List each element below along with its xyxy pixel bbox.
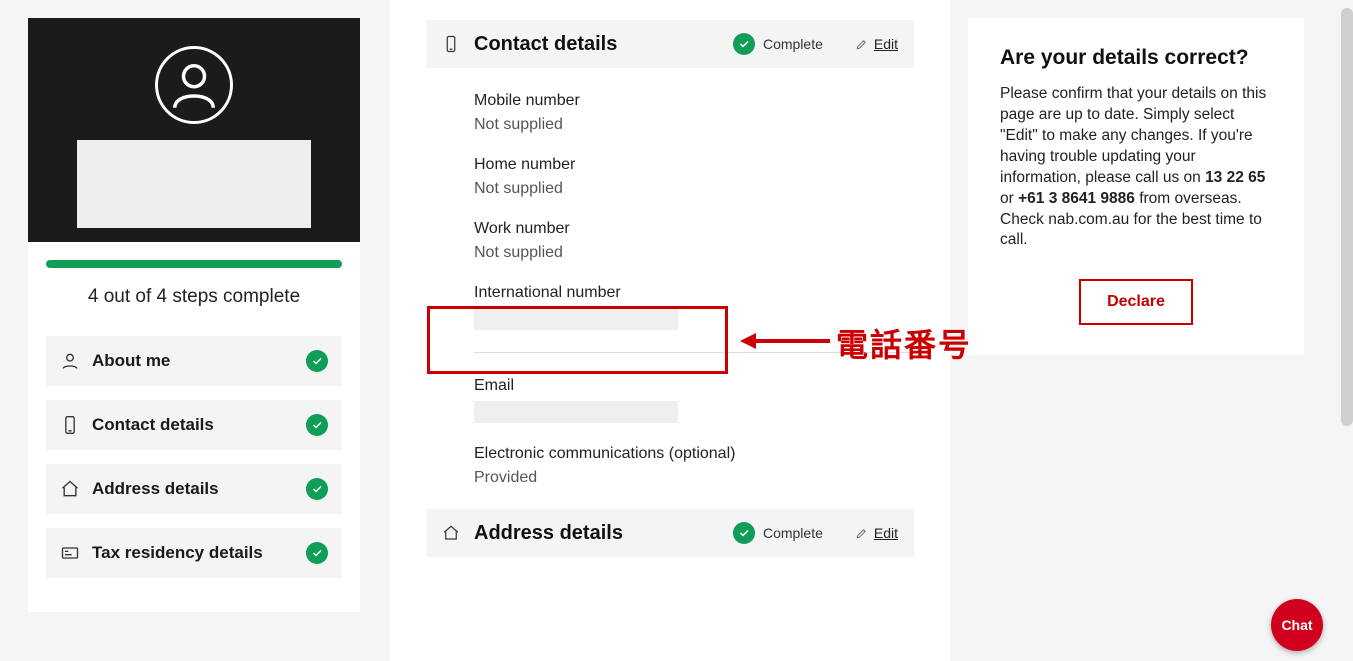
phone-icon bbox=[442, 33, 460, 55]
sidebar-item-contact-details[interactable]: Contact details bbox=[46, 400, 342, 450]
redacted-value bbox=[474, 308, 678, 330]
contact-details-header: Contact details Complete Edit bbox=[426, 20, 914, 68]
field-email: Email bbox=[474, 377, 914, 423]
status-badge: Complete bbox=[733, 33, 823, 55]
check-icon bbox=[733, 522, 755, 544]
section-title: Contact details bbox=[474, 33, 719, 56]
info-body: Please confirm that your details on this… bbox=[1000, 84, 1272, 251]
sidebar-item-tax-residency[interactable]: Tax residency details bbox=[46, 528, 342, 578]
sidebar-item-label: Tax residency details bbox=[92, 543, 294, 563]
profile-header bbox=[28, 18, 360, 242]
pencil-icon bbox=[855, 527, 868, 540]
person-icon bbox=[60, 351, 80, 371]
edit-link[interactable]: Edit bbox=[855, 36, 898, 52]
check-icon bbox=[306, 414, 328, 436]
check-icon bbox=[306, 542, 328, 564]
info-title: Are your details correct? bbox=[1000, 46, 1272, 70]
status-badge: Complete bbox=[733, 522, 823, 544]
chat-button[interactable]: Chat bbox=[1271, 599, 1323, 651]
pencil-icon bbox=[855, 38, 868, 51]
annotation-label: 電話番号 bbox=[836, 320, 972, 366]
card-icon bbox=[60, 543, 80, 563]
sidebar-item-address-details[interactable]: Address details bbox=[46, 464, 342, 514]
home-icon bbox=[60, 479, 80, 499]
sidebar-item-label: Address details bbox=[92, 479, 294, 499]
profile-name-placeholder bbox=[77, 140, 311, 228]
field-electronic-communications: Electronic communications (optional) Pro… bbox=[474, 445, 914, 487]
field-mobile-number: Mobile number Not supplied bbox=[474, 92, 914, 134]
info-panel: Are your details correct? Please confirm… bbox=[968, 18, 1304, 355]
phone-icon bbox=[60, 415, 80, 435]
contact-fields: Mobile number Not supplied Home number N… bbox=[390, 68, 950, 487]
check-icon bbox=[306, 350, 328, 372]
annotation-arrow bbox=[740, 326, 830, 356]
scrollbar-thumb[interactable] bbox=[1341, 8, 1353, 426]
sidebar-item-about-me[interactable]: About me bbox=[46, 336, 342, 386]
progress-bar bbox=[46, 260, 342, 268]
redacted-value bbox=[474, 401, 678, 423]
field-work-number: Work number Not supplied bbox=[474, 220, 914, 262]
avatar bbox=[155, 46, 233, 124]
declare-button[interactable]: Declare bbox=[1079, 279, 1193, 325]
status-text: Complete bbox=[763, 36, 823, 52]
check-icon bbox=[306, 478, 328, 500]
status-text: Complete bbox=[763, 525, 823, 541]
field-home-number: Home number Not supplied bbox=[474, 156, 914, 198]
check-icon bbox=[733, 33, 755, 55]
progress-text: 4 out of 4 steps complete bbox=[28, 286, 360, 308]
edit-link[interactable]: Edit bbox=[855, 525, 898, 541]
address-details-header: Address details Complete Edit bbox=[426, 509, 914, 557]
person-icon bbox=[166, 57, 222, 113]
home-icon bbox=[442, 522, 460, 544]
sidebar: 4 out of 4 steps complete About me Conta… bbox=[28, 18, 360, 612]
sidebar-item-label: Contact details bbox=[92, 415, 294, 435]
sidebar-item-label: About me bbox=[92, 351, 294, 371]
section-title: Address details bbox=[474, 522, 719, 545]
